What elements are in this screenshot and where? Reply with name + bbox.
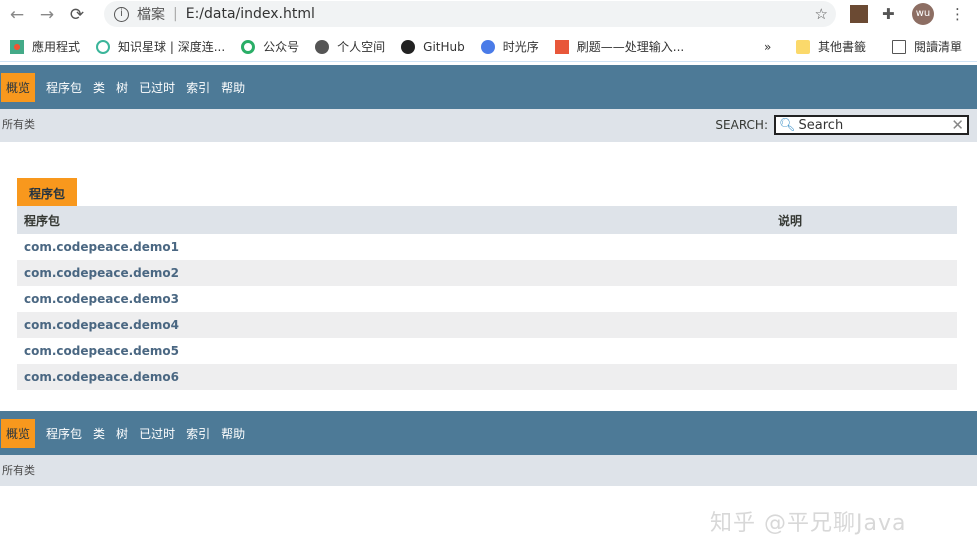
packages-table: 程序包 说明 com.codepeace.demo1 com.codepeace… [17,206,957,390]
csdn-icon [554,39,569,54]
bookmark-label: 个人空间 [337,40,386,54]
address-bar[interactable]: i 檔案 | E:/data/index.html ☆ [104,1,836,27]
package-link[interactable]: com.codepeace.demo2 [24,266,179,280]
browser-toolbar: ← → ⟳ i 檔案 | E:/data/index.html ☆ ✚ wu ⋮ [0,0,977,30]
apps-grid-icon [10,39,24,54]
search-placeholder: Search [798,117,844,133]
bookmark-label: 刷题——处理输入... [576,40,685,54]
search-icon: 🔍︎ [779,117,796,133]
bookmarks-overflow-button[interactable]: » [764,40,771,54]
info-icon[interactable]: i [114,6,129,22]
search-area: SEARCH: 🔍︎ Search ✕ [715,115,969,135]
table-row: com.codepeace.demo6 [17,364,957,390]
url-text[interactable]: E:/data/index.html [186,6,315,22]
bookmarks-bar: 應用程式 知识星球 | 深度连... 公众号 个人空间 GitHub 时光序 刷… [0,32,977,62]
extensions-puzzle-icon[interactable]: ✚ [882,5,900,23]
bookmark-item[interactable]: 刷题——处理输入... [554,38,685,55]
all-classes-link[interactable]: 所有类 [2,118,35,131]
search-label: SEARCH: [715,118,768,132]
nav-deprecated[interactable]: 已过时 [139,425,175,442]
watermark: 知乎 @平兄聊Java [710,511,907,536]
nav-overview[interactable]: 概览 [1,72,36,102]
package-link[interactable]: com.codepeace.demo5 [24,344,179,358]
globe-icon [315,39,330,54]
bookmark-item[interactable]: GitHub [401,39,465,54]
folder-icon [796,39,810,54]
nav-deprecated[interactable]: 已过时 [139,79,175,96]
bookmark-label: 應用程式 [32,40,81,54]
security-label: 檔案 [137,7,165,23]
bookmark-label: 閱讀清單 [914,40,963,54]
table-row: com.codepeace.demo1 [17,234,957,260]
other-bookmarks[interactable]: 其他書籤 [796,38,866,55]
bottom-sub-nav: 所有类 [0,455,977,486]
nav-tree[interactable]: 树 [116,425,128,442]
table-caption: 程序包 [17,178,78,206]
extension-avatar-icon[interactable] [850,5,868,23]
search-input[interactable]: 🔍︎ Search ✕ [774,115,969,135]
nav-tree[interactable]: 树 [116,79,128,96]
bookmark-label: 时光序 [502,40,539,54]
nav-class[interactable]: 类 [93,425,105,442]
bookmark-label: 公众号 [263,40,300,54]
bookmark-item[interactable]: 知识星球 | 深度连... [96,38,225,55]
header-description: 说明 [778,213,803,228]
bookmark-label: GitHub [423,39,465,54]
github-icon [401,39,416,54]
nav-index[interactable]: 索引 [186,79,210,96]
reading-list[interactable]: 閱讀清單 [892,38,962,55]
nav-index[interactable]: 索引 [186,425,210,442]
table-row: com.codepeace.demo3 [17,286,957,312]
clear-search-icon[interactable]: ✕ [951,116,964,134]
nav-help[interactable]: 帮助 [221,425,245,442]
bookmark-label: 其他書籤 [818,40,867,54]
sub-nav: 所有类 SEARCH: 🔍︎ Search ✕ [0,109,977,142]
package-link[interactable]: com.codepeace.demo1 [24,240,179,254]
table-header: 程序包 说明 [17,206,957,234]
reading-list-icon [892,39,906,54]
bottom-nav: 概览 程序包 类 树 已过时 索引 帮助 [0,411,977,455]
reload-button[interactable]: ⟳ [64,5,90,25]
bookmark-item[interactable]: 时光序 [480,38,539,55]
shiguangxu-icon [480,39,495,54]
nav-help[interactable]: 帮助 [221,79,245,96]
all-classes-link[interactable]: 所有类 [2,464,35,477]
package-link[interactable]: com.codepeace.demo6 [24,370,179,384]
forward-button[interactable]: → [34,5,60,25]
divider: | [173,6,178,22]
back-button[interactable]: ← [4,5,30,25]
header-package: 程序包 [24,213,61,228]
bookmark-item[interactable]: 个人空间 [315,38,385,55]
package-link[interactable]: com.codepeace.demo4 [24,318,179,332]
top-nav: 概览 程序包 类 树 已过时 索引 帮助 [0,65,977,109]
bookmark-label: 知识星球 | 深度连... [118,40,226,54]
nav-overview[interactable]: 概览 [1,418,36,448]
table-row: com.codepeace.demo2 [17,260,957,286]
zsxq-icon [96,39,111,54]
bookmark-star-icon[interactable]: ☆ [815,5,828,23]
nav-package[interactable]: 程序包 [46,425,82,442]
nav-class[interactable]: 类 [93,79,105,96]
wechat-icon [241,39,256,54]
table-row: com.codepeace.demo5 [17,338,957,364]
nav-package[interactable]: 程序包 [46,79,82,96]
profile-avatar[interactable]: wu [912,3,934,25]
bookmark-item[interactable]: 公众号 [241,38,299,55]
table-row: com.codepeace.demo4 [17,312,957,338]
package-link[interactable]: com.codepeace.demo3 [24,292,179,306]
menu-kebab-icon[interactable]: ⋮ [950,5,968,23]
bookmark-apps[interactable]: 應用程式 [10,38,80,55]
